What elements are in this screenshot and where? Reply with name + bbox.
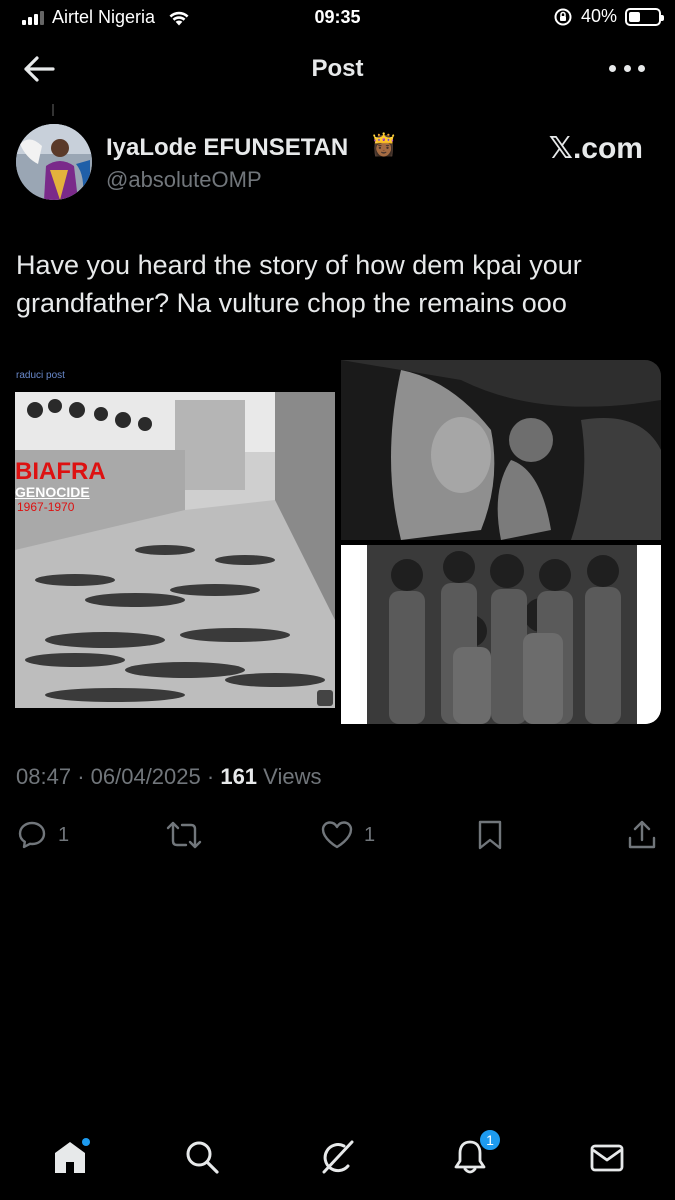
- status-right: 40%: [553, 6, 664, 27]
- image-years: 1967-1970: [17, 500, 75, 514]
- bookmark-button[interactable]: [476, 815, 504, 855]
- tweet-text: Have you heard the story of how dem kpai…: [16, 250, 582, 318]
- media-image-mother-child[interactable]: [341, 360, 661, 540]
- meta-separator: ·: [206, 764, 215, 789]
- image-subtitle: GENOCIDE: [15, 484, 90, 500]
- image-title: BIAFRA: [15, 458, 106, 485]
- author-handle[interactable]: @absoluteOMP: [106, 167, 262, 193]
- page-title: Post: [311, 55, 364, 82]
- mother-child-photo: [341, 360, 661, 540]
- avatar[interactable]: [16, 124, 92, 200]
- image-source-label: raduci post: [16, 370, 65, 381]
- battery-fill: [629, 11, 640, 22]
- messages-icon: [590, 1144, 624, 1172]
- home-unread-dot: [82, 1138, 90, 1146]
- bookmark-icon: [478, 820, 502, 850]
- tab-home[interactable]: [52, 1138, 92, 1178]
- like-count: 1: [364, 823, 376, 846]
- more-options-icon[interactable]: [609, 56, 645, 80]
- biafra-street-photo: [15, 392, 335, 708]
- media-image-children[interactable]: [341, 545, 661, 724]
- author-name[interactable]: IyaLode EFUNSETAN: [106, 134, 348, 162]
- tab-notifications[interactable]: 1: [452, 1128, 502, 1178]
- tab-messages[interactable]: [588, 1138, 628, 1178]
- search-icon: [186, 1141, 219, 1174]
- grok-icon: [322, 1140, 354, 1174]
- status-bar: Airtel Nigeria 09:35 40%: [0, 0, 675, 36]
- reply-icon: [18, 821, 46, 849]
- media-grid: raduci post BIAFRA GENOCIDE 1967-1970: [15, 360, 661, 724]
- notifications-badge: 1: [478, 1128, 502, 1152]
- bottom-tab-bar: 1: [0, 1120, 675, 1200]
- post-date: 06/04/2025: [90, 764, 201, 789]
- orientation-lock-icon: [554, 8, 572, 25]
- avatar-image: [16, 124, 92, 200]
- like-button[interactable]: 1: [320, 815, 375, 855]
- reply-count: 1: [58, 823, 70, 846]
- battery-percent: 40%: [580, 6, 617, 26]
- share-button[interactable]: [626, 815, 658, 855]
- share-icon: [628, 820, 656, 849]
- repost-button[interactable]: [166, 815, 212, 855]
- post-meta: 08:47 · 06/04/2025 · 161 Views: [16, 764, 321, 790]
- views-label: Views: [263, 764, 322, 789]
- tab-search[interactable]: [184, 1138, 224, 1178]
- thread-connector: [52, 104, 54, 116]
- top-nav: Post: [0, 40, 675, 100]
- like-icon: [321, 821, 353, 849]
- tab-grok[interactable]: [318, 1138, 358, 1178]
- meta-separator: ·: [77, 764, 85, 789]
- repost-icon: [166, 821, 202, 849]
- starving-children-photo: [341, 545, 661, 724]
- author-emoji: 👸🏾: [370, 132, 398, 157]
- post-time: 08:47: [16, 764, 72, 789]
- action-bar: 1 1: [0, 815, 675, 855]
- x-com-logo: 𝕏.com: [548, 132, 643, 165]
- views-count: 161: [220, 764, 258, 789]
- media-image-biafra[interactable]: raduci post BIAFRA GENOCIDE 1967-1970: [15, 360, 335, 724]
- battery-icon: [625, 7, 664, 26]
- reply-button[interactable]: 1: [16, 815, 69, 855]
